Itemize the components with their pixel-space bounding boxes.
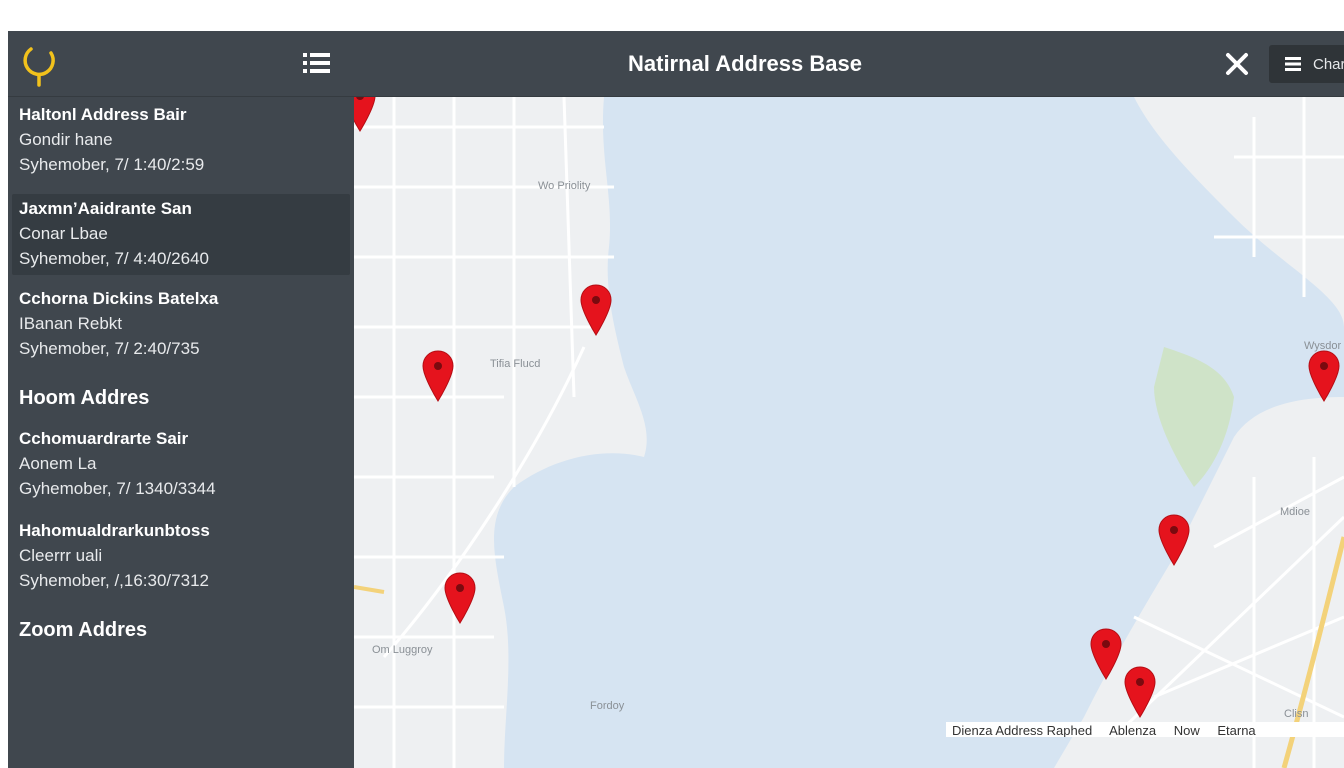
map-view[interactable]: Wo Priolity Tifia Flucd Om Luggroy Fordo… bbox=[354, 97, 1344, 768]
top-bar: Natirnal Address Base Chart bbox=[8, 31, 1344, 97]
hamburger-icon bbox=[1285, 57, 1301, 71]
address-street: Aonem La bbox=[19, 454, 97, 473]
address-street: Conar Lbae bbox=[19, 224, 108, 243]
address-list-item[interactable]: Cchorna Dickins Batelxa IBanan Rebkt Syh… bbox=[12, 287, 350, 375]
address-timestamp: Syhemober, 7/ 1:40/2:59 bbox=[19, 155, 205, 174]
map-label: Om Luggroy bbox=[372, 644, 433, 656]
attribution-text: Dienza Address Raphed bbox=[952, 723, 1093, 737]
address-street: Cleerrr uali bbox=[19, 546, 103, 565]
map-label: Clisn bbox=[1284, 708, 1308, 720]
chart-button-label: Chart bbox=[1313, 56, 1344, 73]
address-list-item[interactable]: Haltonl Address Bair Gondir hane Syhemob… bbox=[12, 103, 350, 191]
address-name: Jaxmn’Aaidrante San bbox=[19, 199, 192, 218]
address-name: Cchomuardrarte Sair bbox=[19, 429, 189, 448]
logo-icon bbox=[23, 47, 55, 87]
address-name: Cchorna Dickins Batelxa bbox=[19, 289, 219, 308]
attribution-text: Etarna bbox=[1217, 723, 1256, 737]
address-street: IBanan Rebkt bbox=[19, 314, 123, 333]
attribution-text: Now bbox=[1173, 723, 1200, 737]
map-attribution: Dienza Address Raphed Ablenza Now Etarna bbox=[946, 722, 1344, 737]
map-label: Tifia Flucd bbox=[490, 358, 540, 370]
close-icon[interactable] bbox=[1222, 49, 1252, 79]
address-sidebar: Haltonl Address Bair Gondir hane Syhemob… bbox=[8, 97, 354, 768]
address-name: Hahomualdrarkunbtoss bbox=[19, 521, 210, 540]
app-window: Natirnal Address Base Chart Haltonl Addr… bbox=[8, 31, 1344, 768]
address-list-item[interactable]: Hahomualdrarkunbtoss Cleerrr uali Syhemo… bbox=[12, 519, 350, 607]
map-label: Wo Priolity bbox=[538, 180, 591, 192]
address-street: Gondir hane bbox=[19, 130, 113, 149]
page-title: Natirnal Address Base bbox=[628, 51, 862, 76]
address-list-item[interactable]: Cchomuardrarte Sair Aonem La Gyhemober, … bbox=[12, 427, 350, 515]
address-timestamp: Gyhemober, 7/ 1340/3344 bbox=[19, 479, 216, 498]
map-label: Wysdor bbox=[1304, 340, 1342, 352]
address-name: Haltonl Address Bair bbox=[19, 105, 187, 124]
address-timestamp: Syhemober, 7/ 2:40/735 bbox=[19, 339, 200, 358]
address-timestamp: Syhemober, 7/ 4:40/2640 bbox=[19, 249, 209, 268]
address-timestamp: Syhemober, /,16:30/7312 bbox=[19, 571, 209, 590]
map-label: Fordoy bbox=[590, 700, 625, 712]
section-heading-zoom[interactable]: Zoom Addres bbox=[19, 619, 147, 642]
map-canvas: Wo Priolity Tifia Flucd Om Luggroy Fordo… bbox=[354, 97, 1344, 768]
address-list-item-selected[interactable]: Jaxmn’Aaidrante San Conar Lbae Syhemober… bbox=[12, 194, 350, 275]
attribution-text: Ablenza bbox=[1109, 723, 1157, 737]
list-menu-icon[interactable] bbox=[301, 49, 333, 77]
map-label: Mdioe bbox=[1280, 506, 1310, 518]
section-heading-hoom[interactable]: Hoom Addres bbox=[19, 387, 149, 410]
chart-button[interactable]: Chart bbox=[1269, 45, 1344, 83]
